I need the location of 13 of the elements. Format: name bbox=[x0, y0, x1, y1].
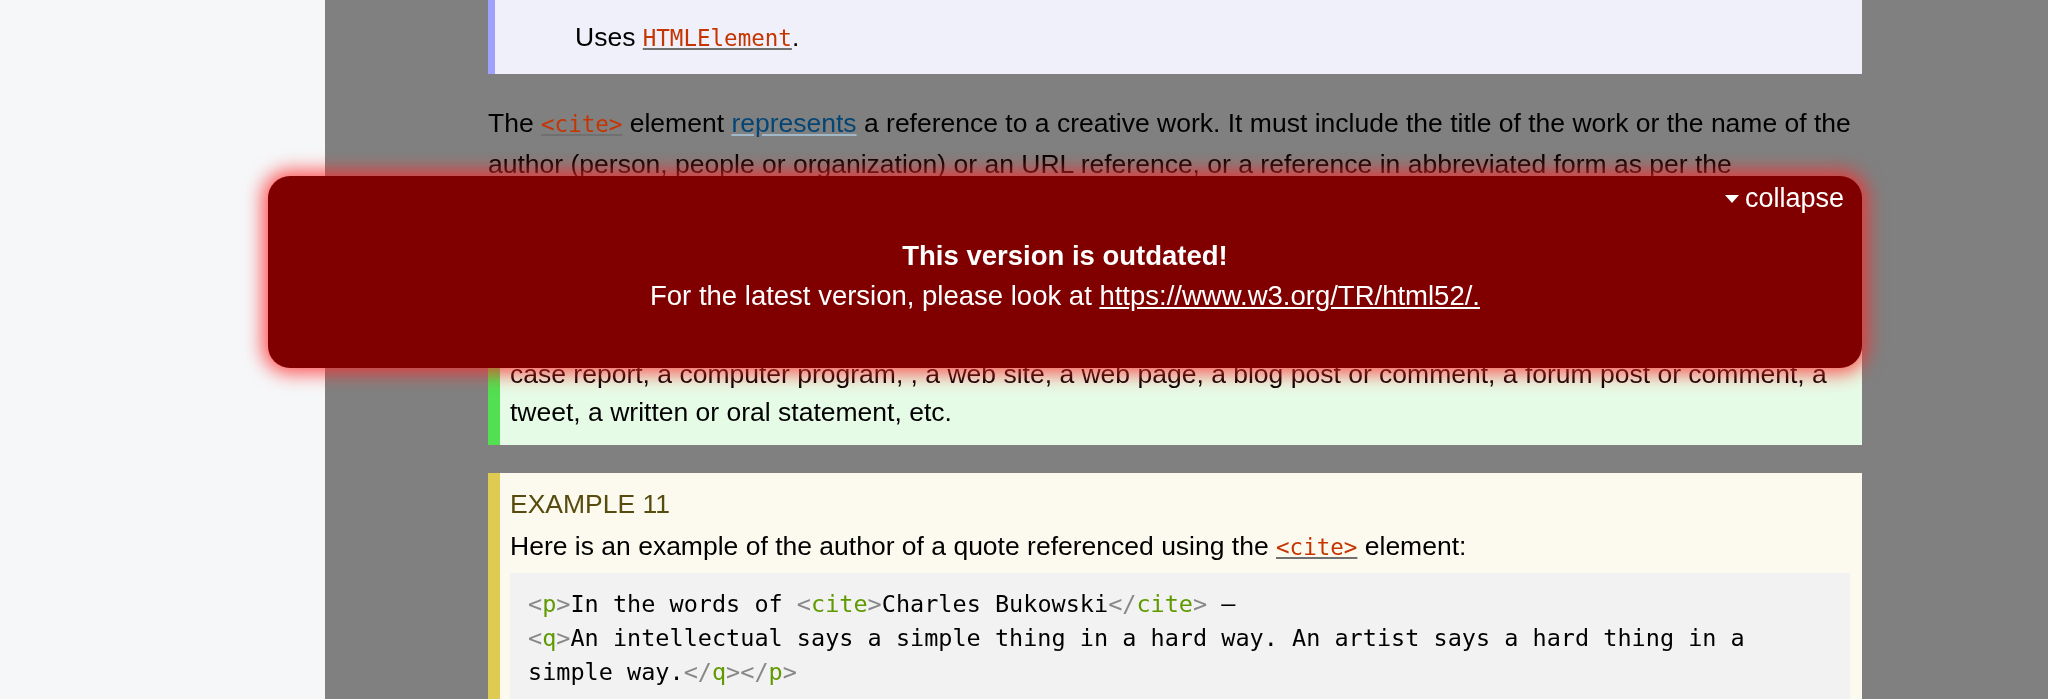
code-line: simple way.</q></p> bbox=[528, 657, 798, 688]
caret-icon bbox=[1724, 193, 1739, 204]
example-heading: EXAMPLE 11 bbox=[510, 488, 672, 521]
banner-message: For the latest version, please look at https://www.w3.org/TR/html52/. bbox=[649, 279, 1481, 313]
collapse-button[interactable]: collapse bbox=[1718, 182, 1850, 215]
banner-title: This version is outdated! bbox=[901, 239, 1229, 273]
idl-note: Uses HTMLElement. bbox=[575, 20, 800, 54]
code-link[interactable]: HTMLElement bbox=[642, 24, 792, 51]
link[interactable]: https://www.w3.org/TR/html52/. bbox=[1099, 280, 1480, 311]
example-text: Here is an example of the author of a quote referenced using the <cite> element: bbox=[510, 530, 1468, 563]
code-line: <q>An intellectual says a simple thing in a hard way. An artist says a hard thing in a bbox=[528, 623, 1746, 654]
code-line: <p>In the words of <cite>Charles Bukowski</cite> – bbox=[528, 589, 1237, 620]
code-link[interactable]: <cite> bbox=[1276, 534, 1358, 560]
